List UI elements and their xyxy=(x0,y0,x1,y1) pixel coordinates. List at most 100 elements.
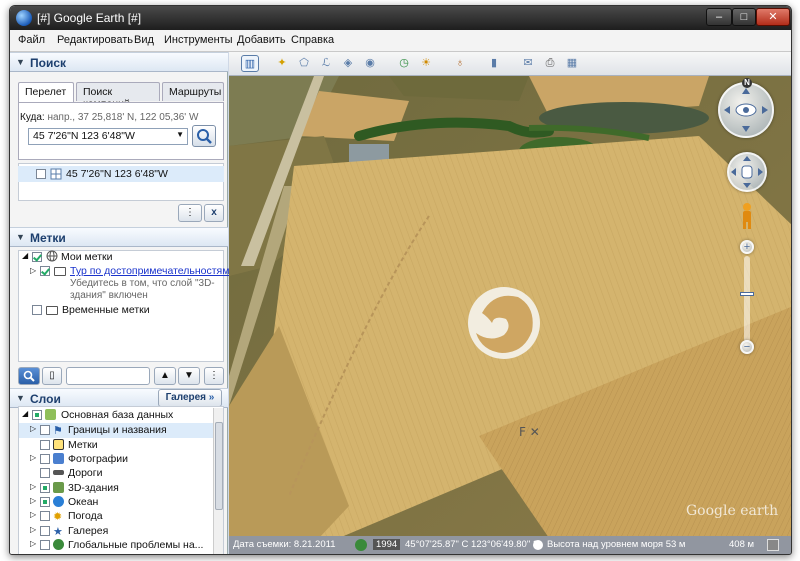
places-filter-input[interactable] xyxy=(66,367,150,385)
temp-places-checkbox[interactable] xyxy=(32,305,42,315)
tab-businesses[interactable]: Поиск компаний xyxy=(76,82,160,110)
layer-primary-database[interactable]: Основная база данных xyxy=(61,409,173,421)
menu-edit[interactable]: Редактировать xyxy=(57,34,133,46)
image-overlay-button[interactable]: ◈ xyxy=(339,55,357,72)
app-window: [#] Google Earth [#] – □ ✕ Файл Редактир… xyxy=(9,5,792,555)
move-joystick[interactable] xyxy=(727,152,767,192)
map-3d-view[interactable]: F ✕ N + − Google earth xyxy=(229,76,791,536)
scroll-thumb[interactable] xyxy=(215,422,223,510)
layer-checkbox[interactable] xyxy=(40,425,50,435)
collapse-triangle-icon[interactable]: ▼ xyxy=(16,232,25,242)
places-header[interactable]: ▼ Метки xyxy=(10,227,228,247)
look-joystick[interactable] xyxy=(718,82,774,138)
expand-icon[interactable]: ◢ xyxy=(22,409,28,418)
move-down-button[interactable]: ▼ xyxy=(178,367,200,385)
result-checkbox[interactable] xyxy=(36,169,46,179)
add-polygon-button[interactable]: ⬠ xyxy=(295,55,313,72)
tab-directions[interactable]: Маршруты xyxy=(162,82,224,101)
places-options-button[interactable]: ⋮ xyxy=(204,367,224,385)
temp-places-label[interactable]: Временные метки xyxy=(62,304,150,316)
expand-icon[interactable]: ▷ xyxy=(30,482,36,491)
tour-checkbox[interactable] xyxy=(40,266,50,276)
clear-search-button[interactable]: x xyxy=(204,204,224,222)
layer-gallery[interactable]: Галерея xyxy=(68,525,108,537)
tour-note-line-2: здания" включен xyxy=(70,290,148,301)
search-result-item[interactable]: 45 7'26"N 123 6'48"W xyxy=(18,166,224,182)
maximize-button[interactable]: □ xyxy=(732,8,756,26)
imagery-date: Дата съемки: 8.21.2011 xyxy=(233,539,336,550)
search-button[interactable] xyxy=(192,125,216,147)
layer-checkbox[interactable] xyxy=(40,454,50,464)
eye-altitude: 408 м xyxy=(729,539,755,550)
expand-icon[interactable]: ▷ xyxy=(30,266,36,275)
dropdown-arrow-icon[interactable]: ▼ xyxy=(176,130,184,139)
layer-checkbox[interactable] xyxy=(40,497,50,507)
layer-checkbox[interactable] xyxy=(40,526,50,536)
my-places-checkbox[interactable] xyxy=(32,252,42,262)
sightseeing-tour-link[interactable]: Тур по достопримечательностям xyxy=(70,265,229,277)
sidebar-toggle-button[interactable]: ▥ xyxy=(241,55,259,72)
expand-icon[interactable]: ▷ xyxy=(30,453,36,462)
gallery-button[interactable]: Галерея » xyxy=(158,389,222,407)
layer-ocean[interactable]: Океан xyxy=(68,496,98,508)
expand-icon[interactable]: ▷ xyxy=(30,424,36,433)
expand-icon[interactable]: ▷ xyxy=(30,496,36,505)
search-options-button[interactable]: ⋮ xyxy=(178,204,202,222)
collapse-triangle-icon[interactable]: ▼ xyxy=(16,57,25,67)
layer-checkbox[interactable] xyxy=(40,440,50,450)
expand-icon[interactable]: ▷ xyxy=(30,539,36,548)
layer-3d-buildings[interactable]: 3D-здания xyxy=(68,482,119,494)
add-placemark-button[interactable]: ✦ xyxy=(273,55,291,72)
zoom-slider[interactable] xyxy=(744,256,750,342)
north-indicator[interactable]: N xyxy=(742,78,752,88)
minimize-button[interactable]: – xyxy=(706,8,732,26)
toggle-panel-button[interactable]: ▯ xyxy=(42,367,62,385)
menu-view[interactable]: Вид xyxy=(134,34,154,46)
history-clock-icon[interactable] xyxy=(355,539,367,551)
add-path-button[interactable]: ℒ xyxy=(317,55,335,72)
flag-icon: ⚑ xyxy=(53,425,63,437)
layer-checkbox[interactable] xyxy=(40,540,50,550)
menu-help[interactable]: Справка xyxy=(291,34,334,46)
historical-imagery-button[interactable]: ◷ xyxy=(395,55,413,72)
layer-photos[interactable]: Фотографии xyxy=(68,453,128,465)
expand-icon[interactable]: ◢ xyxy=(22,251,28,260)
layer-places[interactable]: Метки xyxy=(68,439,98,451)
layer-borders[interactable]: Границы и названия xyxy=(68,424,167,436)
zoom-in-button[interactable]: + xyxy=(740,240,754,254)
layers-scrollbar[interactable] xyxy=(213,408,223,554)
move-up-button[interactable]: ▲ xyxy=(154,367,176,385)
main-toolbar: ▥ ✦ ⬠ ℒ ◈ ◉ ◷ ☀ ♁ ▮ ✉ ⎙ ▦ xyxy=(229,52,791,76)
view-in-maps-button[interactable]: ▦ xyxy=(563,55,581,72)
switch-planet-button[interactable]: ♁ xyxy=(451,55,469,72)
sunlight-button[interactable]: ☀ xyxy=(417,55,435,72)
arrow-down-icon: ▼ xyxy=(184,370,194,381)
menu-tools[interactable]: Инструменты xyxy=(164,34,233,46)
printer-icon: ⎙ xyxy=(545,57,555,69)
street-view-pegman[interactable] xyxy=(739,202,755,230)
expand-icon[interactable]: ▷ xyxy=(30,510,36,519)
layer-checkbox[interactable] xyxy=(40,483,50,493)
layer-checkbox[interactable] xyxy=(40,468,50,478)
layer-global-awareness[interactable]: Глобальные проблемы на... xyxy=(68,539,203,551)
layer-roads[interactable]: Дороги xyxy=(68,467,102,479)
zoom-out-button[interactable]: − xyxy=(740,340,754,354)
record-tour-button[interactable]: ◉ xyxy=(361,55,379,72)
tab-fly-to[interactable]: Перелет xyxy=(18,82,74,103)
menu-add[interactable]: Добавить xyxy=(237,34,286,46)
search-places-button[interactable] xyxy=(18,367,40,385)
ruler-button[interactable]: ▮ xyxy=(485,55,503,72)
menu-file[interactable]: Файл xyxy=(18,34,45,46)
search-input[interactable]: 45 7'26"N 123 6'48"W ▼ xyxy=(28,128,188,145)
search-header[interactable]: ▼ Поиск xyxy=(10,52,228,72)
layer-checkbox[interactable] xyxy=(32,410,42,420)
layer-checkbox[interactable] xyxy=(40,511,50,521)
print-button[interactable]: ⎙ xyxy=(541,55,559,72)
my-places-label[interactable]: Мои метки xyxy=(61,251,112,263)
zoom-slider-thumb[interactable] xyxy=(740,292,754,296)
email-button[interactable]: ✉ xyxy=(519,55,537,72)
close-button[interactable]: ✕ xyxy=(756,8,790,26)
expand-icon[interactable]: ▷ xyxy=(30,525,36,534)
layer-weather[interactable]: Погода xyxy=(68,510,103,522)
collapse-triangle-icon[interactable]: ▼ xyxy=(16,393,25,403)
